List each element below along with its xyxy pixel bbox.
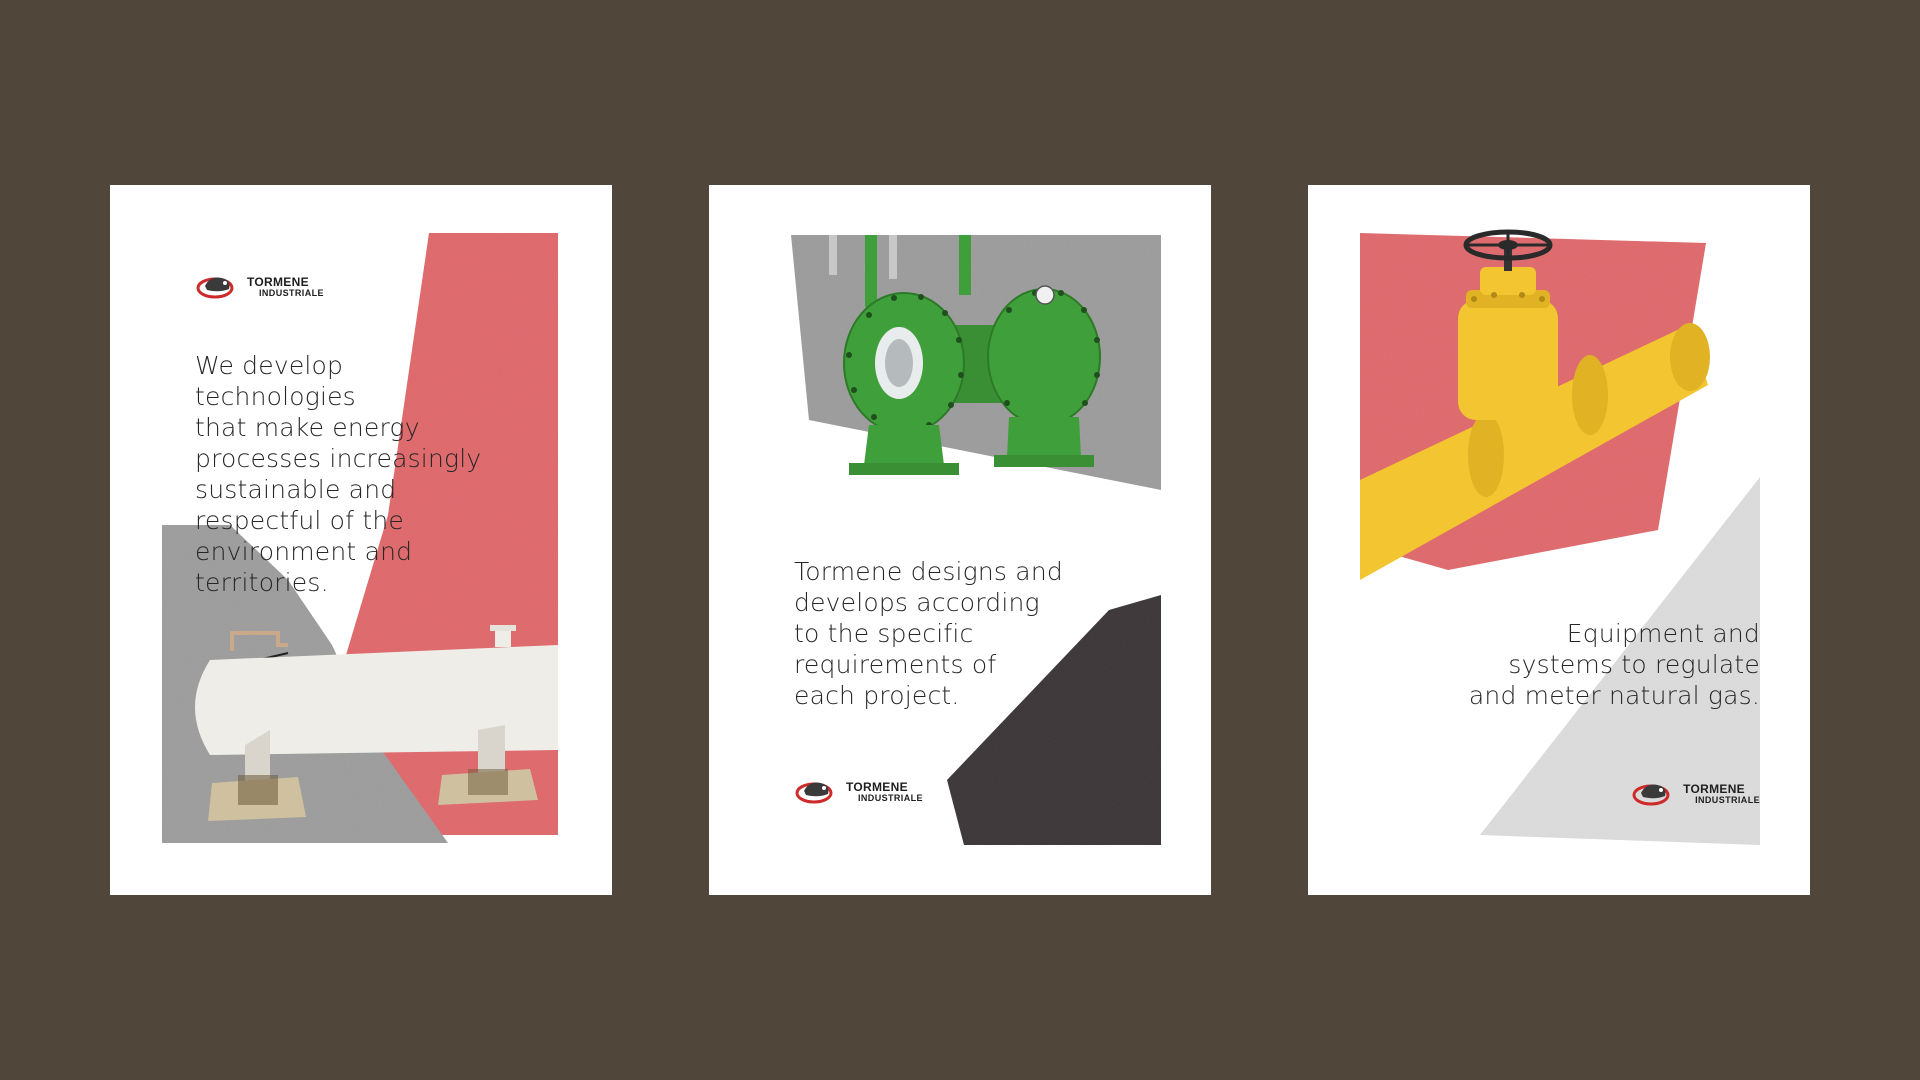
logo-line2: INDUSTRIALE [1695,795,1760,805]
logo-line2: INDUSTRIALE [259,288,324,298]
logo-line1: TORMENE [1683,782,1745,796]
poster-1: TORMENE INDUSTRIALE We develop technolog… [110,185,612,895]
brand-logo: TORMENE INDUSTRIALE [195,270,324,304]
poster-2: Tormene designs and develops according t… [709,185,1211,895]
brand-logo: TORMENE INDUSTRIALE [1631,777,1760,811]
logo-line2: INDUSTRIALE [858,793,923,803]
yellow-valve-body [1458,300,1558,420]
tormene-logo-icon [795,782,833,804]
poster-2-headline: Tormene designs and develops according t… [794,557,1063,710]
tormene-logo-icon [1632,784,1670,806]
poster-1-headline: We develop technologies that make energy… [195,351,482,597]
tormene-logo-icon [196,277,234,299]
poster-3-headline: Equipment and systems to regulate and me… [1468,619,1760,710]
poster-3: Equipment and systems to regulate and me… [1308,185,1810,895]
brand-logo: TORMENE INDUSTRIALE [794,775,923,809]
logo-line1: TORMENE [846,780,908,794]
logo-line1: TORMENE [247,275,309,289]
green-valves-illustration [791,235,1161,845]
